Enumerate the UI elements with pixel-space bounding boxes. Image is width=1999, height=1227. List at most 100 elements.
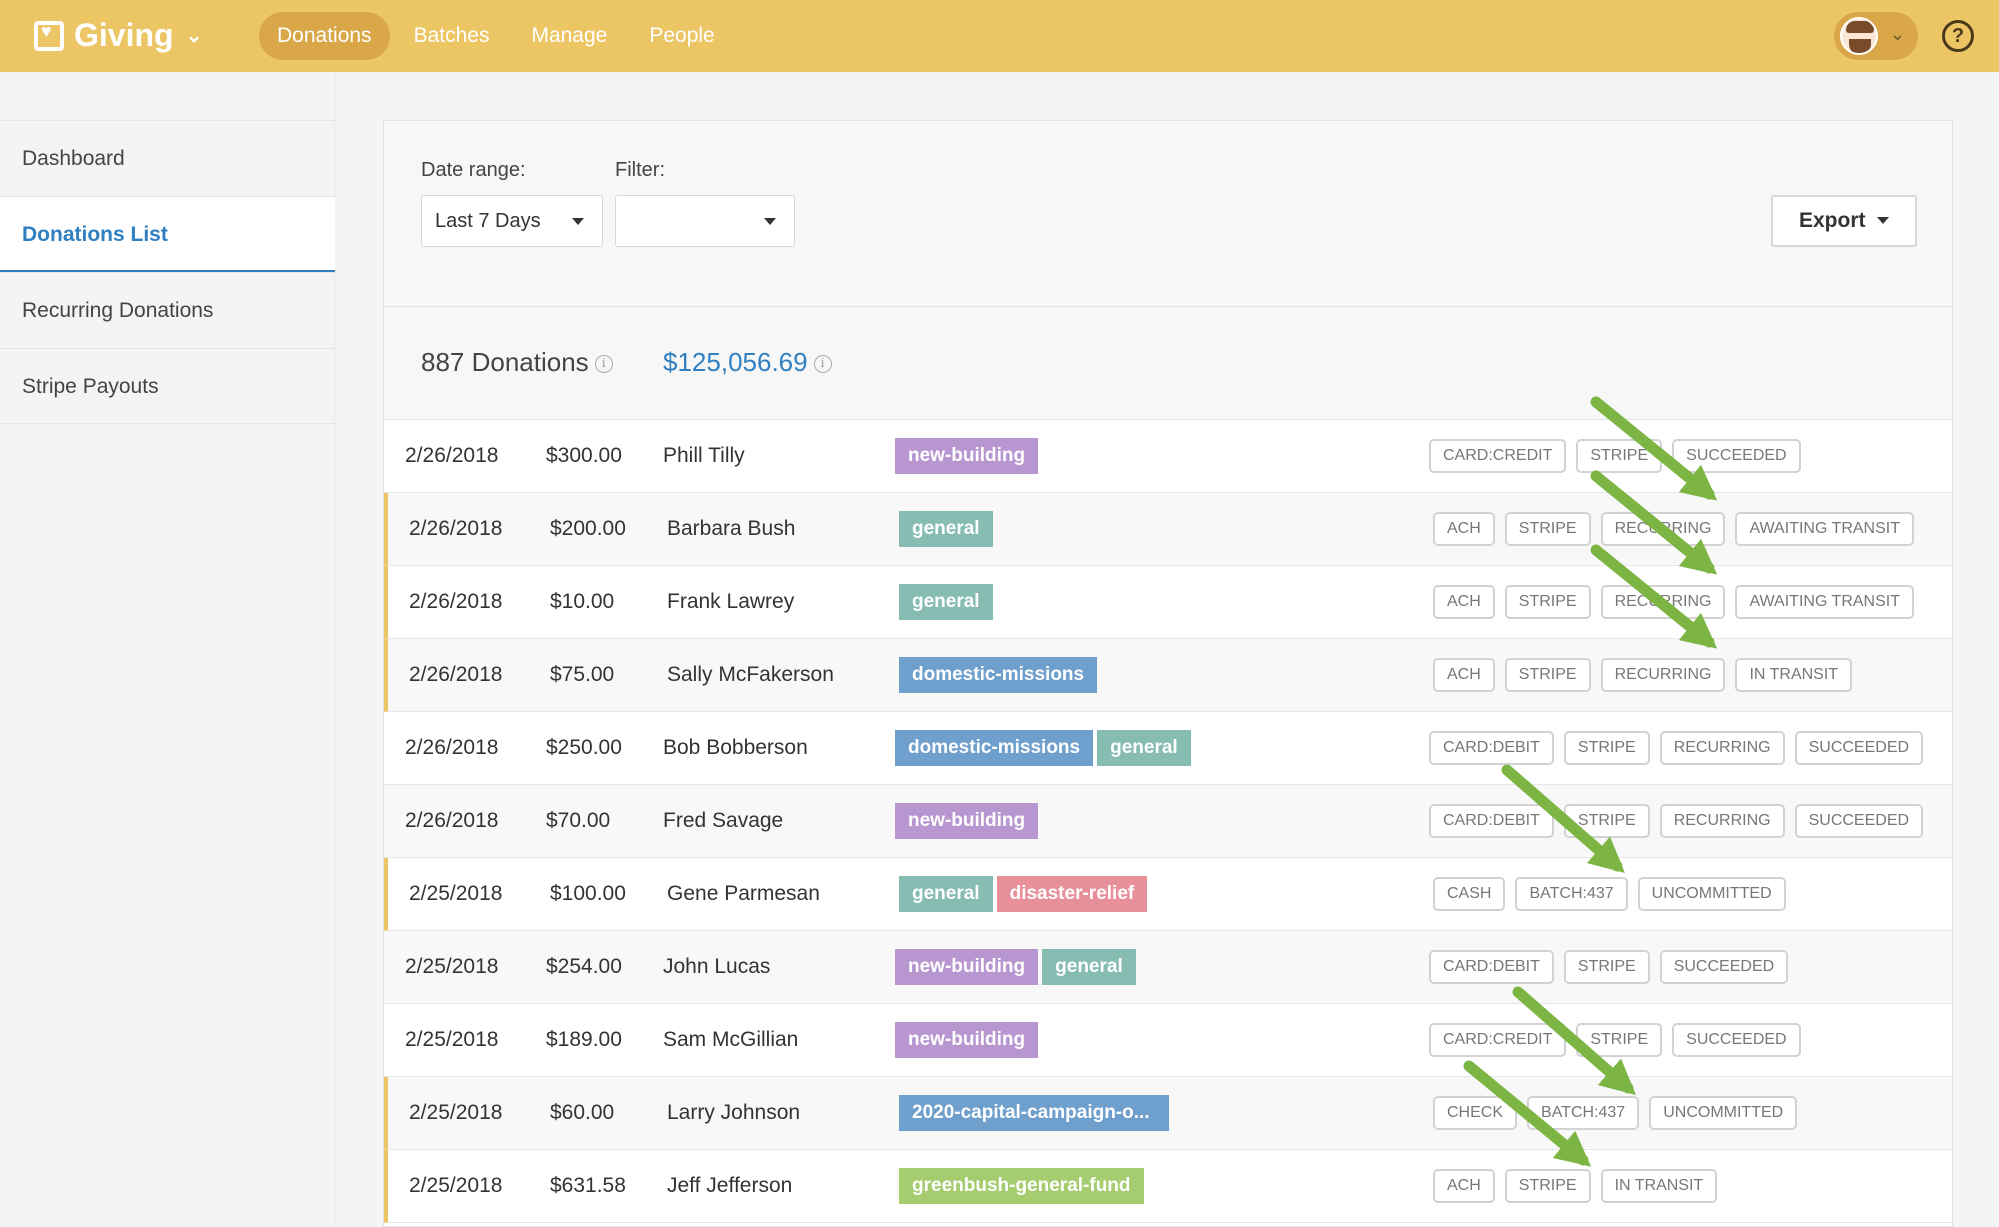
- table-row[interactable]: 2/26/2018 $250.00 Bob Bobberson domestic-mi…: [384, 712, 1952, 785]
- nav-donations[interactable]: Donations: [259, 12, 390, 60]
- table-row[interactable]: 2/25/2018 $631.58 Jeff Jefferson greenbush-…: [384, 1150, 1952, 1223]
- nav-batches[interactable]: Batches: [396, 12, 508, 60]
- fund-list: 2020-capital-campaign-o...: [899, 1095, 1173, 1131]
- status-badge: CARD:DEBIT: [1429, 731, 1554, 765]
- donation-amount: $189.00: [546, 1028, 622, 1051]
- user-menu[interactable]: ⌄: [1834, 12, 1918, 60]
- table-row[interactable]: 2/26/2018 $70.00 Fred Savage new-building CA…: [384, 785, 1952, 858]
- status-tag-list: ACH STRIPE IN TRANSIT: [1433, 1169, 1727, 1203]
- donation-date: 2/26/2018: [409, 517, 503, 540]
- fund-badge: 2020-capital-campaign-o...: [899, 1095, 1169, 1131]
- status-tag-list: ACH STRIPE RECURRING AWAITING TRANSIT: [1433, 512, 1924, 546]
- donation-total: $125,056.69 i: [663, 347, 832, 378]
- avatar: [1840, 17, 1878, 55]
- help-icon[interactable]: ?: [1942, 20, 1974, 52]
- filter-select[interactable]: [615, 195, 795, 247]
- main-nav: Donations Batches Manage People: [259, 12, 739, 60]
- fund-badge: greenbush-general-fund: [899, 1168, 1144, 1204]
- status-badge: SUCCEEDED: [1672, 1023, 1801, 1057]
- table-row[interactable]: 2/25/2018 $254.00 John Lucas new-building ge…: [384, 931, 1952, 1004]
- status-badge: BATCH:437: [1527, 1096, 1640, 1130]
- app-name: Giving: [74, 17, 174, 53]
- status-badge: RECURRING: [1600, 512, 1726, 546]
- nav-people[interactable]: People: [631, 12, 732, 60]
- donation-amount: $254.00: [546, 955, 622, 978]
- fund-list: domestic-missions general: [895, 730, 1195, 766]
- status-tag-list: CHECK BATCH:437 UNCOMMITTED: [1433, 1096, 1807, 1130]
- donor-name: Sally McFakerson: [667, 663, 834, 686]
- donor-name: John Lucas: [663, 955, 771, 978]
- status-badge: RECURRING: [1659, 731, 1785, 765]
- donor-name: Fred Savage: [663, 809, 784, 832]
- donation-total-text: $125,056.69: [663, 347, 808, 377]
- fund-badge: general: [899, 876, 993, 912]
- donation-amount: $100.00: [550, 882, 626, 905]
- app-logo[interactable]: Giving ⌄: [34, 17, 202, 54]
- status-tag-list: ACH STRIPE RECURRING IN TRANSIT: [1433, 658, 1862, 692]
- donor-name: Sam McGillian: [663, 1028, 799, 1051]
- table-row[interactable]: 2/25/2018 $189.00 Sam McGillian new-buildin…: [384, 1004, 1952, 1077]
- export-button[interactable]: Export: [1771, 195, 1917, 247]
- fund-list: new-building: [895, 438, 1042, 474]
- fund-badge: new-building: [895, 1022, 1039, 1058]
- status-tag-list: CARD:CREDIT STRIPE SUCCEEDED: [1429, 1023, 1811, 1057]
- donor-name: Jeff Jefferson: [667, 1174, 793, 1197]
- fund-badge: domestic-missions: [895, 730, 1094, 766]
- donation-amount: $75.00: [550, 663, 615, 686]
- status-badge: ACH: [1433, 585, 1495, 619]
- donation-date: 2/26/2018: [405, 809, 499, 832]
- status-badge: STRIPE: [1504, 658, 1591, 692]
- table-row[interactable]: 2/26/2018 $75.00 Sally McFakerson domestic-…: [384, 639, 1952, 712]
- table-row[interactable]: 2/26/2018 $200.00 Barbara Bush general ACH ST…: [384, 493, 1952, 566]
- status-tag-list: CARD:DEBIT STRIPE RECURRING SUCCEEDED: [1429, 731, 1933, 765]
- sidebar-item-stripe-payouts[interactable]: Stripe Payouts: [0, 348, 335, 424]
- status-badge: IN TRANSIT: [1600, 1169, 1718, 1203]
- fund-badge: general: [899, 511, 993, 547]
- status-badge: CARD:CREDIT: [1429, 1023, 1567, 1057]
- fund-list: new-building: [895, 1022, 1042, 1058]
- sidebar-item-donations-list[interactable]: Donations List: [0, 196, 335, 272]
- date-range-value: Last 7 Days: [435, 210, 541, 232]
- fund-badge: general: [1097, 730, 1191, 766]
- status-badge: STRIPE: [1563, 950, 1650, 984]
- status-badge: UNCOMMITTED: [1637, 877, 1786, 911]
- date-range-select[interactable]: Last 7 Days: [421, 195, 603, 247]
- fund-badge: new-building: [895, 438, 1039, 474]
- status-badge: STRIPE: [1504, 1169, 1591, 1203]
- info-icon[interactable]: i: [594, 355, 613, 374]
- sidebar-item-dashboard[interactable]: Dashboard: [0, 120, 335, 196]
- status-badge: STRIPE: [1563, 731, 1650, 765]
- nav-manage[interactable]: Manage: [513, 12, 625, 60]
- donation-date: 2/26/2018: [409, 590, 503, 613]
- donation-amount: $70.00: [546, 809, 611, 832]
- summary-bar: 887 Donations i $125,056.69 i: [384, 307, 1952, 420]
- status-badge: RECURRING: [1600, 658, 1726, 692]
- caret-down-icon: [1877, 217, 1889, 224]
- caret-down-icon: [764, 218, 776, 225]
- table-row[interactable]: 2/25/2018 $100.00 Gene Parmesan general disa…: [384, 858, 1952, 931]
- donation-amount: $200.00: [550, 517, 626, 540]
- status-badge: STRIPE: [1563, 804, 1650, 838]
- table-row[interactable]: 2/25/2018 $60.00 Larry Johnson 2020-capital…: [384, 1077, 1952, 1150]
- donation-amount: $250.00: [546, 736, 622, 759]
- sidebar-item-recurring-donations[interactable]: Recurring Donations: [0, 272, 335, 348]
- status-badge: ACH: [1433, 512, 1495, 546]
- donation-date: 2/26/2018: [405, 736, 499, 759]
- status-tag-list: CARD:CREDIT STRIPE SUCCEEDED: [1429, 439, 1811, 473]
- info-icon[interactable]: i: [813, 355, 832, 374]
- table-row[interactable]: 2/26/2018 $10.00 Frank Lawrey general ACH STR…: [384, 566, 1952, 639]
- status-tag-list: ACH STRIPE RECURRING AWAITING TRANSIT: [1433, 585, 1924, 619]
- fund-list: domestic-missions: [899, 657, 1101, 693]
- status-badge: SUCCEEDED: [1794, 731, 1924, 765]
- fund-list: general disaster-relief: [899, 876, 1151, 912]
- table-row[interactable]: 2/26/2018 $300.00 Phill Tilly new-building C…: [384, 420, 1952, 493]
- status-badge: AWAITING TRANSIT: [1735, 512, 1914, 546]
- date-range-label: Date range:: [421, 159, 526, 181]
- status-badge: SUCCEEDED: [1672, 439, 1801, 473]
- donor-name: Bob Bobberson: [663, 736, 808, 759]
- status-badge: STRIPE: [1576, 439, 1663, 473]
- donation-amount: $300.00: [546, 444, 622, 467]
- donation-amount: $60.00: [550, 1101, 615, 1124]
- fund-list: general: [899, 511, 997, 547]
- status-badge: STRIPE: [1504, 585, 1591, 619]
